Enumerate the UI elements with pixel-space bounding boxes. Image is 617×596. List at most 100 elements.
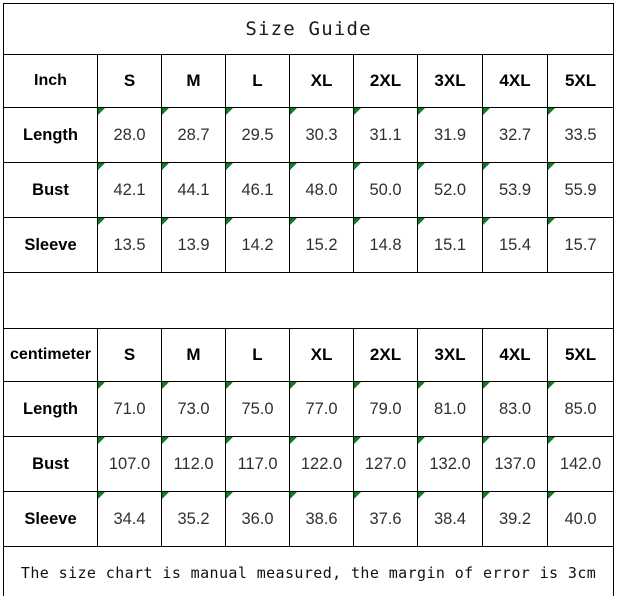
cell-corner-marker-icon: [418, 437, 425, 444]
measurement-value: 31.1: [353, 107, 418, 163]
measurement-value-text: 31.1: [369, 125, 402, 144]
measurement-value: 15.4: [482, 217, 548, 273]
measurement-value-text: 122.0: [300, 454, 343, 473]
title-row: Size Guide: [2, 3, 615, 55]
measurement-label-text: Length: [23, 399, 78, 418]
cell-corner-marker-icon: [354, 108, 361, 115]
footer-note-row: The size chart is manual measured, the m…: [2, 546, 615, 596]
measurement-value-text: 71.0: [113, 399, 146, 418]
measurement-label-bust: Bust: [3, 436, 98, 492]
size-header-xl: XL: [289, 54, 354, 108]
cell-corner-marker-icon: [354, 492, 361, 499]
measurement-value: 33.5: [546, 107, 615, 163]
cell-corner-marker-icon: [98, 437, 105, 444]
cell-corner-marker-icon: [290, 218, 297, 225]
measurement-value-text: 37.6: [369, 509, 402, 528]
measurement-value: 14.8: [353, 217, 418, 273]
cell-corner-marker-icon: [354, 218, 361, 225]
size-header-label: L: [252, 71, 263, 90]
cell-corner-marker-icon: [162, 218, 169, 225]
measurement-value: 13.5: [97, 217, 162, 273]
measurement-value-text: 14.2: [241, 235, 274, 254]
measurement-value-text: 28.0: [113, 125, 146, 144]
size-header-label: 2XL: [369, 71, 402, 90]
measurement-value: 31.9: [417, 107, 483, 163]
cell-corner-marker-icon: [226, 163, 233, 170]
size-header-3xl: 3XL: [417, 328, 483, 382]
size-header-s: S: [97, 328, 162, 382]
measurement-value: 15.7: [546, 217, 615, 273]
cell-corner-marker-icon: [162, 492, 169, 499]
measurement-label-bust: Bust: [3, 162, 98, 218]
measurement-value-text: 79.0: [369, 399, 402, 418]
measurement-label-sleeve: Sleeve: [3, 491, 98, 547]
measurement-value: 83.0: [482, 381, 548, 437]
measurement-value-text: 40.0: [564, 509, 597, 528]
cell-corner-marker-icon: [548, 492, 555, 499]
measurement-value-text: 73.0: [177, 399, 210, 418]
size-guide-table: Size Guide Inch S M L XL 2XL 3XL 4XL 5XL Length 28.…: [2, 3, 615, 596]
measurement-value: 55.9: [546, 162, 615, 218]
cell-corner-marker-icon: [98, 163, 105, 170]
measurement-value-text: 112.0: [173, 454, 214, 473]
size-header-l: L: [225, 328, 290, 382]
measurement-label-text: Length: [23, 125, 78, 144]
measurement-label-length: Length: [3, 381, 98, 437]
measurement-value-text: 38.4: [433, 509, 467, 528]
measurement-value: 117.0: [225, 436, 290, 492]
measurement-value: 34.4: [97, 491, 162, 547]
size-header-label: 4XL: [499, 345, 531, 364]
measurement-value: 29.5: [225, 107, 290, 163]
measurement-value: 40.0: [546, 491, 615, 547]
measurement-value: 81.0: [417, 381, 483, 437]
cell-corner-marker-icon: [226, 218, 233, 225]
measurement-value: 107.0: [97, 436, 162, 492]
cell-corner-marker-icon: [548, 218, 555, 225]
measurement-label-length: Length: [3, 107, 98, 163]
measurement-row: Length 71.0 73.0 75.0 77.0 79.0 81.0 83.0 85.0: [3, 381, 615, 437]
size-header-4xl: 4XL: [482, 54, 548, 108]
measurement-value-text: 28.7: [177, 125, 210, 144]
size-guide-body: Size Guide Inch S M L XL 2XL 3XL 4XL 5XL Length 28.…: [2, 3, 615, 596]
cell-corner-marker-icon: [226, 108, 233, 115]
measurement-value-text: 46.1: [241, 180, 274, 199]
measurement-value: 132.0: [417, 436, 483, 492]
measurement-value: 42.1: [97, 162, 162, 218]
measurement-value-text: 31.9: [433, 125, 467, 144]
measurement-value: 37.6: [353, 491, 418, 547]
measurement-value-text: 75.0: [241, 399, 274, 418]
unit-header-centimeter: centimeter: [3, 328, 98, 382]
header-row-centimeter: centimeter S M L XL 2XL 3XL 4XL 5XL: [3, 328, 615, 382]
size-header-5xl: 5XL: [546, 54, 615, 108]
measurement-value: 48.0: [289, 162, 354, 218]
measurement-value: 15.1: [417, 217, 483, 273]
measurement-value-text: 132.0: [429, 454, 471, 473]
size-header-m: M: [161, 328, 226, 382]
cell-corner-marker-icon: [548, 163, 555, 170]
measurement-value: 75.0: [225, 381, 290, 437]
measurement-value-text: 137.0: [494, 454, 536, 473]
cell-corner-marker-icon: [162, 163, 169, 170]
cell-corner-marker-icon: [483, 437, 490, 444]
page-title-text: Size Guide: [245, 18, 372, 40]
measurement-value: 28.0: [97, 107, 162, 163]
table-spacer-cell: [2, 272, 615, 329]
cell-corner-marker-icon: [548, 108, 555, 115]
measurement-value: 28.7: [161, 107, 226, 163]
measurement-value-text: 81.0: [433, 399, 467, 418]
cell-corner-marker-icon: [483, 382, 490, 389]
size-header-s: S: [97, 54, 162, 108]
measurement-value: 30.3: [289, 107, 354, 163]
measurement-label-text: Bust: [32, 454, 69, 473]
size-header-label: 5XL: [564, 71, 597, 90]
measurement-value-text: 44.1: [177, 180, 210, 199]
measurement-value: 122.0: [289, 436, 354, 492]
measurement-value: 14.2: [225, 217, 290, 273]
measurement-value: 50.0: [353, 162, 418, 218]
size-header-label: M: [186, 345, 201, 364]
table-spacer-row: [2, 272, 615, 329]
measurement-value-text: 32.7: [498, 125, 532, 144]
cell-corner-marker-icon: [354, 382, 361, 389]
measurement-value-text: 85.0: [564, 399, 597, 418]
size-header-2xl: 2XL: [353, 328, 418, 382]
